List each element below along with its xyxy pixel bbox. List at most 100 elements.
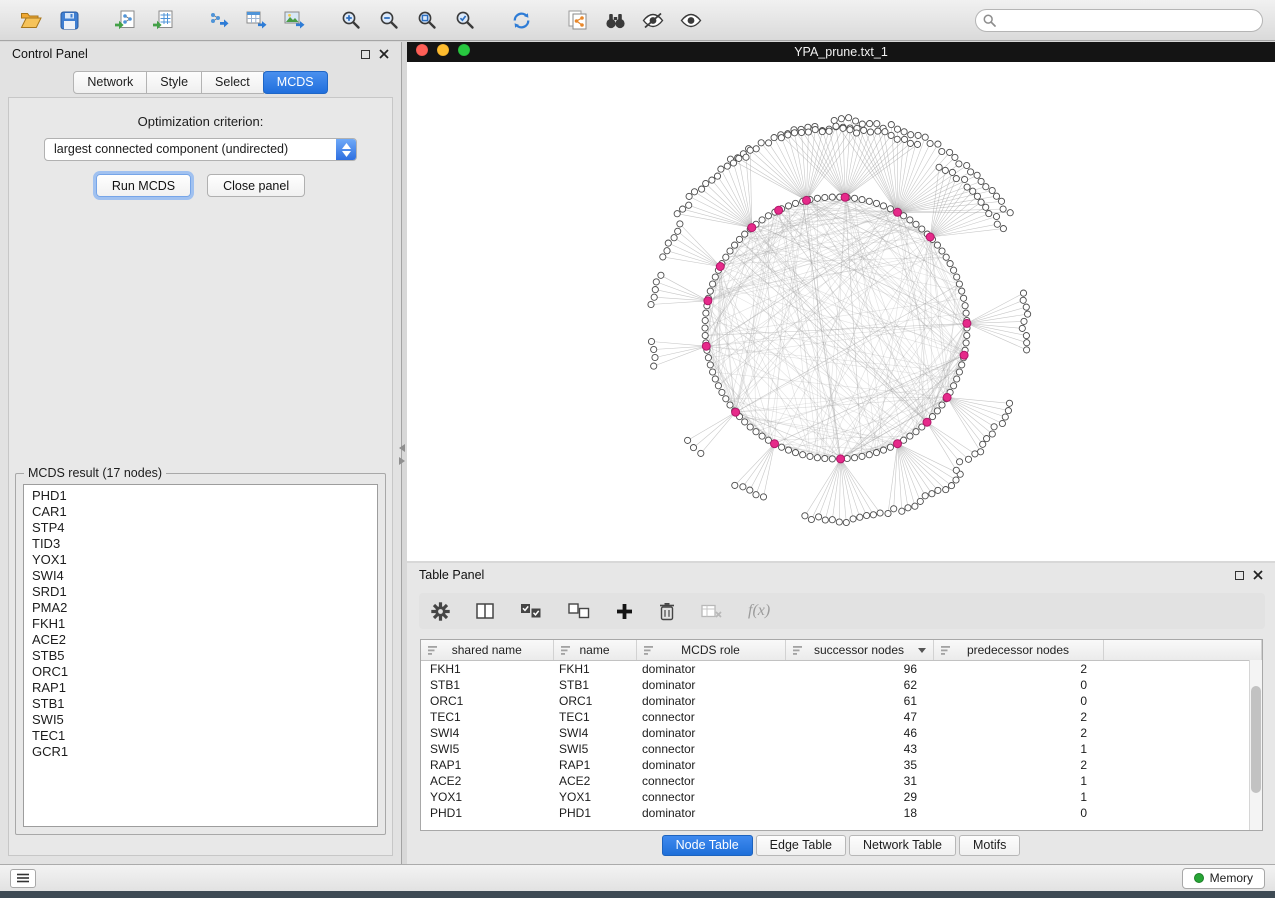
export-table-button[interactable]	[238, 3, 276, 37]
mcds-list-item[interactable]: SWI4	[24, 568, 377, 584]
export-network-button[interactable]	[200, 3, 238, 37]
table-settings-button[interactable]	[431, 602, 450, 621]
memory-button[interactable]: Memory	[1182, 868, 1265, 889]
panel-splitter-handle[interactable]	[399, 444, 407, 470]
select-all-columns-button[interactable]	[520, 603, 542, 619]
tab-mcds[interactable]: MCDS	[263, 71, 328, 94]
tab-node-table[interactable]: Node Table	[662, 835, 753, 856]
eye-slash-icon	[642, 12, 664, 29]
table-row[interactable]: SWI4SWI4dominator462	[421, 725, 1262, 741]
mcds-list-item[interactable]: STP4	[24, 520, 377, 536]
mcds-list-item[interactable]: TID3	[24, 536, 377, 552]
mcds-list-item[interactable]: GCR1	[24, 744, 377, 760]
mcds-list-item[interactable]: PHD1	[24, 488, 377, 504]
column-header-name[interactable]: name	[553, 640, 636, 660]
table-row[interactable]: FKH1FKH1dominator962	[421, 660, 1262, 677]
mcds-list-item[interactable]: FKH1	[24, 616, 377, 632]
zoom-in-button[interactable]	[332, 3, 370, 37]
table-row[interactable]: SWI5SWI5connector431	[421, 741, 1262, 757]
import-table-button[interactable]	[144, 3, 182, 37]
collapse-right-icon[interactable]	[399, 457, 405, 465]
sort-icon	[428, 646, 438, 655]
delete-table-button-disabled	[701, 603, 722, 619]
open-file-button[interactable]	[12, 3, 50, 37]
list-icon	[17, 873, 29, 883]
column-header-shared-name[interactable]: shared name	[421, 640, 553, 660]
table-row[interactable]: RAP1RAP1dominator352	[421, 757, 1262, 773]
float-panel-icon[interactable]	[361, 50, 370, 59]
refresh-view-button[interactable]	[502, 3, 540, 37]
mcds-list-item[interactable]: YOX1	[24, 552, 377, 568]
close-panel-button[interactable]: Close panel	[207, 174, 305, 197]
hide-graphics-details-button[interactable]	[634, 3, 672, 37]
import-network-button[interactable]	[106, 3, 144, 37]
mcds-list-item[interactable]: TEC1	[24, 728, 377, 744]
export-network-icon	[208, 10, 230, 30]
show-columns-button[interactable]	[476, 603, 494, 619]
run-mcds-button[interactable]: Run MCDS	[96, 174, 191, 197]
table-scrollbar[interactable]	[1249, 660, 1262, 830]
control-panel-titlebar: Control Panel	[0, 42, 401, 66]
tab-style[interactable]: Style	[147, 71, 202, 94]
mcds-list-item[interactable]: PMA2	[24, 600, 377, 616]
chevron-down-icon[interactable]	[918, 648, 926, 653]
export-image-icon	[284, 10, 306, 30]
tab-edge-table[interactable]: Edge Table	[756, 835, 846, 856]
table-row[interactable]: ACE2ACE2connector311	[421, 773, 1262, 789]
search-input[interactable]	[975, 9, 1263, 32]
control-panel: Control Panel NetworkStyleSelectMCDS Opt…	[0, 42, 402, 864]
import-table-icon	[152, 10, 174, 30]
mcds-list-item[interactable]: SWI5	[24, 712, 377, 728]
column-header-predecessor-nodes[interactable]: predecessor nodes	[933, 640, 1103, 660]
float-panel-icon[interactable]	[1235, 571, 1244, 580]
mcds-list-item[interactable]: SRD1	[24, 584, 377, 600]
table-delete-icon	[701, 603, 722, 619]
mcds-result-title: MCDS result (17 nodes)	[24, 466, 166, 480]
zoom-out-button[interactable]	[370, 3, 408, 37]
node-table-body: FKH1FKH1dominator962STB1STB1dominator620…	[421, 660, 1262, 821]
network-canvas[interactable]	[407, 62, 1275, 561]
column-header-successor-nodes[interactable]: successor nodes	[785, 640, 933, 660]
close-panel-icon[interactable]	[1253, 570, 1263, 580]
sort-icon	[561, 646, 571, 655]
node-table: shared namenameMCDS rolesuccessor nodesp…	[421, 640, 1262, 821]
export-table-icon	[246, 10, 268, 30]
table-row[interactable]: STB1STB1dominator620	[421, 677, 1262, 693]
table-row[interactable]: TEC1TEC1connector472	[421, 709, 1262, 725]
table-row[interactable]: ORC1ORC1dominator610	[421, 693, 1262, 709]
tab-select[interactable]: Select	[202, 71, 264, 94]
zoom-selected-icon	[455, 10, 475, 30]
close-panel-icon[interactable]	[379, 49, 389, 59]
tab-motifs[interactable]: Motifs	[959, 835, 1020, 856]
collapse-left-icon[interactable]	[399, 444, 405, 452]
table-scrollbar-thumb[interactable]	[1251, 686, 1261, 793]
column-header-MCDS-role[interactable]: MCDS role	[636, 640, 785, 660]
node-table-container: shared namenameMCDS rolesuccessor nodesp…	[420, 639, 1263, 831]
mcds-list-item[interactable]: ORC1	[24, 664, 377, 680]
share-document-button[interactable]	[558, 3, 596, 37]
zoom-selected-button[interactable]	[446, 3, 484, 37]
zoom-fit-button[interactable]	[408, 3, 446, 37]
gear-icon	[431, 602, 450, 621]
export-image-button[interactable]	[276, 3, 314, 37]
save-session-button[interactable]	[50, 3, 88, 37]
mcds-list-item[interactable]: CAR1	[24, 504, 377, 520]
mcds-list-item[interactable]: RAP1	[24, 680, 377, 696]
console-button[interactable]	[10, 869, 36, 888]
first-neighbors-button[interactable]	[596, 3, 634, 37]
delete-column-button[interactable]	[659, 602, 675, 621]
optimization-criterion-select[interactable]: largest connected component (undirected)	[44, 138, 357, 161]
mcds-list-item[interactable]: ACE2	[24, 632, 377, 648]
table-row[interactable]: PHD1PHD1dominator180	[421, 805, 1262, 821]
tab-network[interactable]: Network	[73, 71, 147, 94]
table-row[interactable]: YOX1YOX1connector291	[421, 789, 1262, 805]
mcds-list-item[interactable]: STB5	[24, 648, 377, 664]
tab-network-table[interactable]: Network Table	[849, 835, 956, 856]
show-graphics-details-button[interactable]	[672, 3, 710, 37]
network-view-titlebar[interactable]: YPA_prune.txt_1	[407, 42, 1275, 62]
mcds-list-item[interactable]: STB1	[24, 696, 377, 712]
deselect-all-columns-button[interactable]	[568, 603, 590, 619]
network-canvas-svg[interactable]	[407, 62, 1275, 561]
create-column-button[interactable]	[616, 603, 633, 620]
zoom-in-icon	[341, 10, 361, 30]
